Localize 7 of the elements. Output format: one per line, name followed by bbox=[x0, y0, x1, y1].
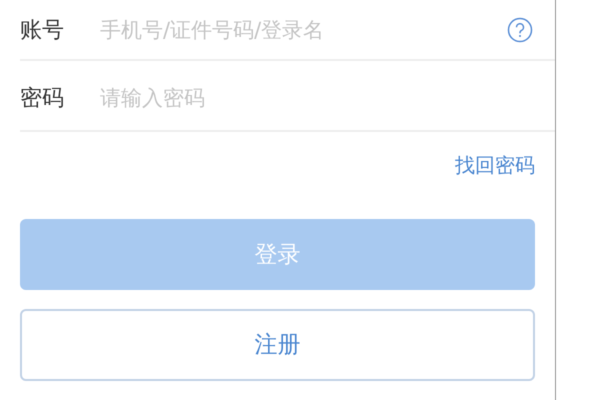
input-field[interactable]: 请输入密码 bbox=[100, 86, 555, 110]
forgot-password-link[interactable]: 找回密码 bbox=[455, 152, 535, 180]
field-label: 密码 bbox=[20, 84, 65, 113]
input-field[interactable]: 手机号/证件号码/登录名 bbox=[100, 18, 507, 42]
help-icon[interactable] bbox=[507, 16, 533, 43]
register-button[interactable]: 注册 bbox=[20, 308, 535, 381]
field-label: 账号 bbox=[20, 16, 65, 45]
